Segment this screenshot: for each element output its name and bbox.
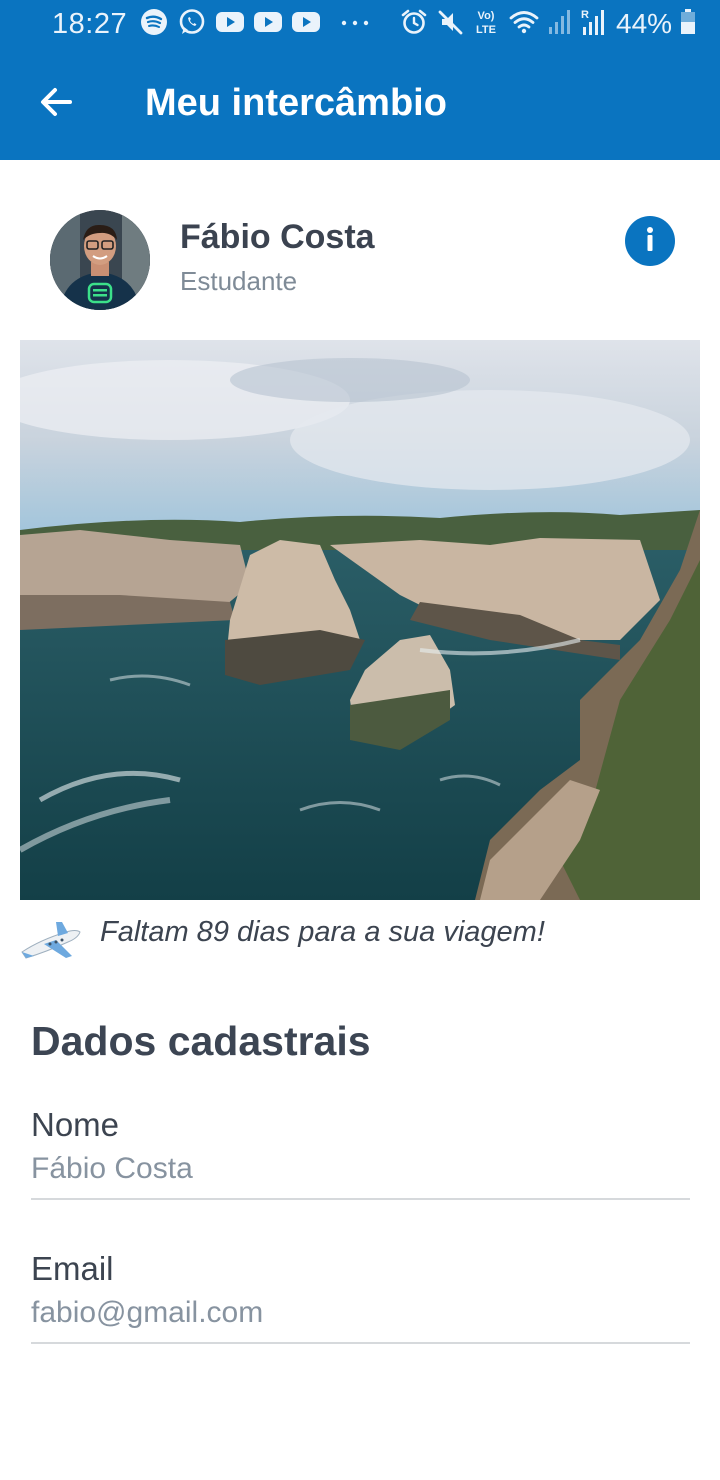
email-label: Email — [31, 1250, 114, 1287]
name-underline — [31, 1198, 690, 1200]
status-bar: 18:27 Vo) LTE R 44% — [0, 0, 720, 50]
email-field: Email — [31, 1250, 690, 1360]
signal-roaming-icon: R — [580, 7, 606, 42]
youtube-icon — [254, 11, 282, 38]
countdown-text: Faltam 89 dias para a sua viagem! — [100, 916, 545, 948]
app-bar: Meu intercâmbio — [0, 50, 720, 160]
email-input[interactable] — [31, 1296, 690, 1330]
spotify-icon — [140, 8, 168, 41]
alarm-icon — [400, 8, 428, 41]
name-input[interactable] — [31, 1152, 690, 1186]
profile-header: Fábio Costa Estudante — [0, 190, 720, 320]
arrow-back-icon — [36, 82, 76, 127]
more-icon — [340, 15, 370, 33]
status-left-icons — [140, 8, 320, 41]
page-title: Meu intercâmbio — [145, 82, 447, 124]
status-right-icons: Vo) LTE R 44% — [340, 6, 696, 42]
profile-name: Fábio Costa — [180, 218, 375, 256]
info-icon — [638, 224, 662, 259]
svg-text:Vo): Vo) — [478, 10, 495, 22]
info-button[interactable] — [625, 216, 675, 266]
youtube-icon — [216, 11, 244, 38]
back-button[interactable] — [24, 72, 88, 136]
profile-role: Estudante — [180, 266, 298, 296]
email-underline — [31, 1342, 690, 1344]
destination-photo — [20, 340, 700, 900]
svg-text:LTE: LTE — [476, 24, 496, 36]
airplane-icon — [20, 918, 82, 964]
svg-text:R: R — [581, 9, 589, 21]
battery-percentage: 44% — [616, 8, 673, 39]
name-field: Nome — [31, 1106, 690, 1216]
section-title: Dados cadastrais — [31, 1018, 371, 1064]
whatsapp-icon — [178, 8, 206, 41]
wifi-icon — [508, 8, 540, 41]
battery-icon — [680, 8, 696, 40]
name-label: Nome — [31, 1106, 120, 1143]
avatar — [50, 210, 150, 310]
status-time: 18:27 — [52, 8, 128, 40]
signal-icon — [548, 9, 572, 40]
mute-icon — [436, 8, 464, 41]
trip-countdown: Faltam 89 dias para a sua viagem! — [20, 910, 700, 966]
top-bar: 18:27 Vo) LTE R 44% Meu intercâmbio — [0, 0, 720, 160]
volte-icon: Vo) LTE — [472, 7, 500, 42]
youtube-icon — [292, 11, 320, 38]
